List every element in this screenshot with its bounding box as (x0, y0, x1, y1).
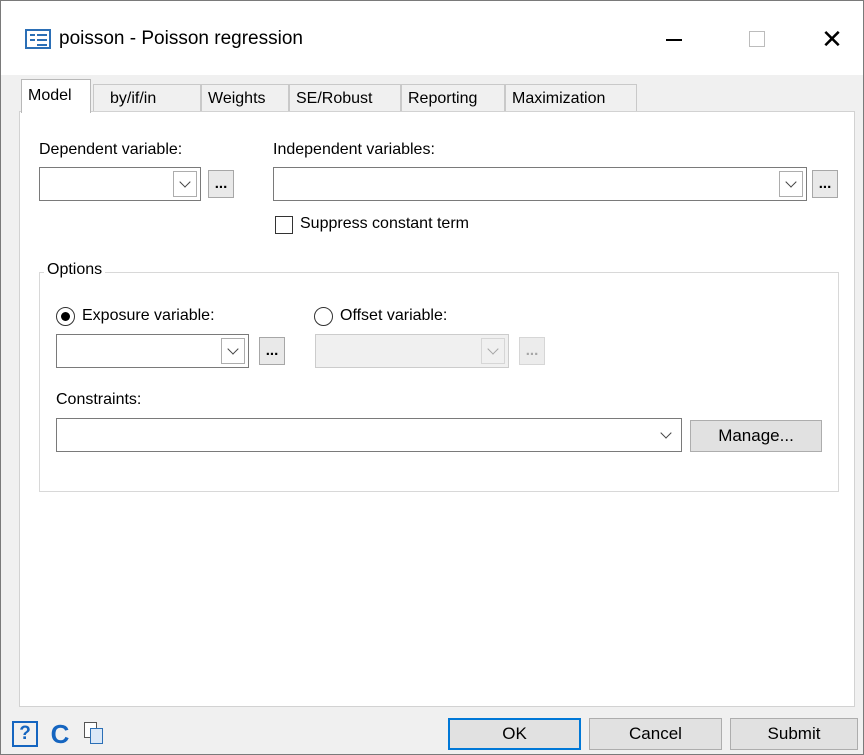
independent-variables-label: Independent variables: (273, 141, 435, 158)
chevron-down-icon (227, 343, 239, 355)
tab-by-if-in[interactable]: by/if/in (93, 84, 201, 112)
maximize-button[interactable] (734, 19, 780, 59)
constraints-combo[interactable] (56, 418, 682, 452)
exposure-variable-label: Exposure variable: (82, 307, 215, 324)
copy-command-button[interactable] (82, 721, 108, 747)
dialog-window: poisson - Poisson regression ✕ Model by/… (0, 0, 864, 755)
exposure-variable-radio[interactable] (56, 307, 75, 326)
offset-variable-label: Offset variable: (340, 307, 448, 324)
tab-model[interactable]: Model (21, 79, 91, 113)
app-icon (25, 29, 51, 49)
independent-variables-combo[interactable] (273, 167, 807, 201)
reset-button[interactable]: C (47, 718, 73, 749)
cancel-button[interactable]: Cancel (589, 718, 722, 750)
tab-weights[interactable]: Weights (201, 84, 289, 112)
tab-maximization[interactable]: Maximization (505, 84, 637, 112)
exposure-variable-combo[interactable] (56, 334, 249, 368)
help-button[interactable]: ? (12, 721, 38, 747)
options-group-title: Options (44, 261, 106, 279)
constraints-label: Constraints: (56, 391, 142, 408)
dependent-variable-dropdown[interactable] (173, 171, 197, 197)
dependent-variable-combo[interactable] (39, 167, 201, 201)
help-icon: ? (19, 723, 31, 744)
chevron-down-icon (179, 176, 191, 188)
offset-variable-dropdown[interactable] (481, 338, 505, 364)
maximize-icon (749, 31, 765, 47)
tab-se-robust[interactable]: SE/Robust (289, 84, 401, 112)
model-tab-panel: Dependent variable: ... Independent vari… (19, 111, 855, 707)
dependent-variable-label: Dependent variable: (39, 141, 183, 158)
exposure-variable-dropdown[interactable] (221, 338, 245, 364)
offset-variable-combo[interactable] (315, 334, 509, 368)
constraints-dropdown[interactable] (654, 422, 678, 448)
chevron-down-icon (487, 343, 499, 355)
independent-variables-dropdown[interactable] (779, 171, 803, 197)
minimize-button[interactable] (651, 19, 697, 59)
dependent-variable-browse-button[interactable]: ... (208, 170, 234, 198)
window-title: poisson - Poisson regression (59, 28, 303, 49)
reset-icon: C (50, 718, 70, 749)
manage-constraints-button[interactable]: Manage... (690, 420, 822, 452)
ok-button[interactable]: OK (448, 718, 581, 750)
submit-button[interactable]: Submit (730, 718, 858, 750)
suppress-constant-label: Suppress constant term (300, 215, 469, 232)
title-bar: poisson - Poisson regression ✕ (1, 1, 863, 75)
independent-variables-browse-button[interactable]: ... (812, 170, 838, 198)
offset-variable-radio[interactable] (314, 307, 333, 326)
close-button[interactable]: ✕ (809, 19, 855, 59)
options-group (39, 272, 839, 492)
exposure-variable-browse-button[interactable]: ... (259, 337, 285, 365)
chevron-down-icon (785, 176, 797, 188)
minimize-icon (666, 39, 682, 41)
close-icon: ✕ (821, 24, 843, 54)
offset-variable-browse-button[interactable]: ... (519, 337, 545, 365)
suppress-constant-checkbox[interactable] (275, 216, 293, 234)
dialog-client: Model by/if/in Weights SE/Robust Reporti… (11, 75, 855, 707)
chevron-down-icon (660, 427, 672, 439)
tab-reporting[interactable]: Reporting (401, 84, 505, 112)
